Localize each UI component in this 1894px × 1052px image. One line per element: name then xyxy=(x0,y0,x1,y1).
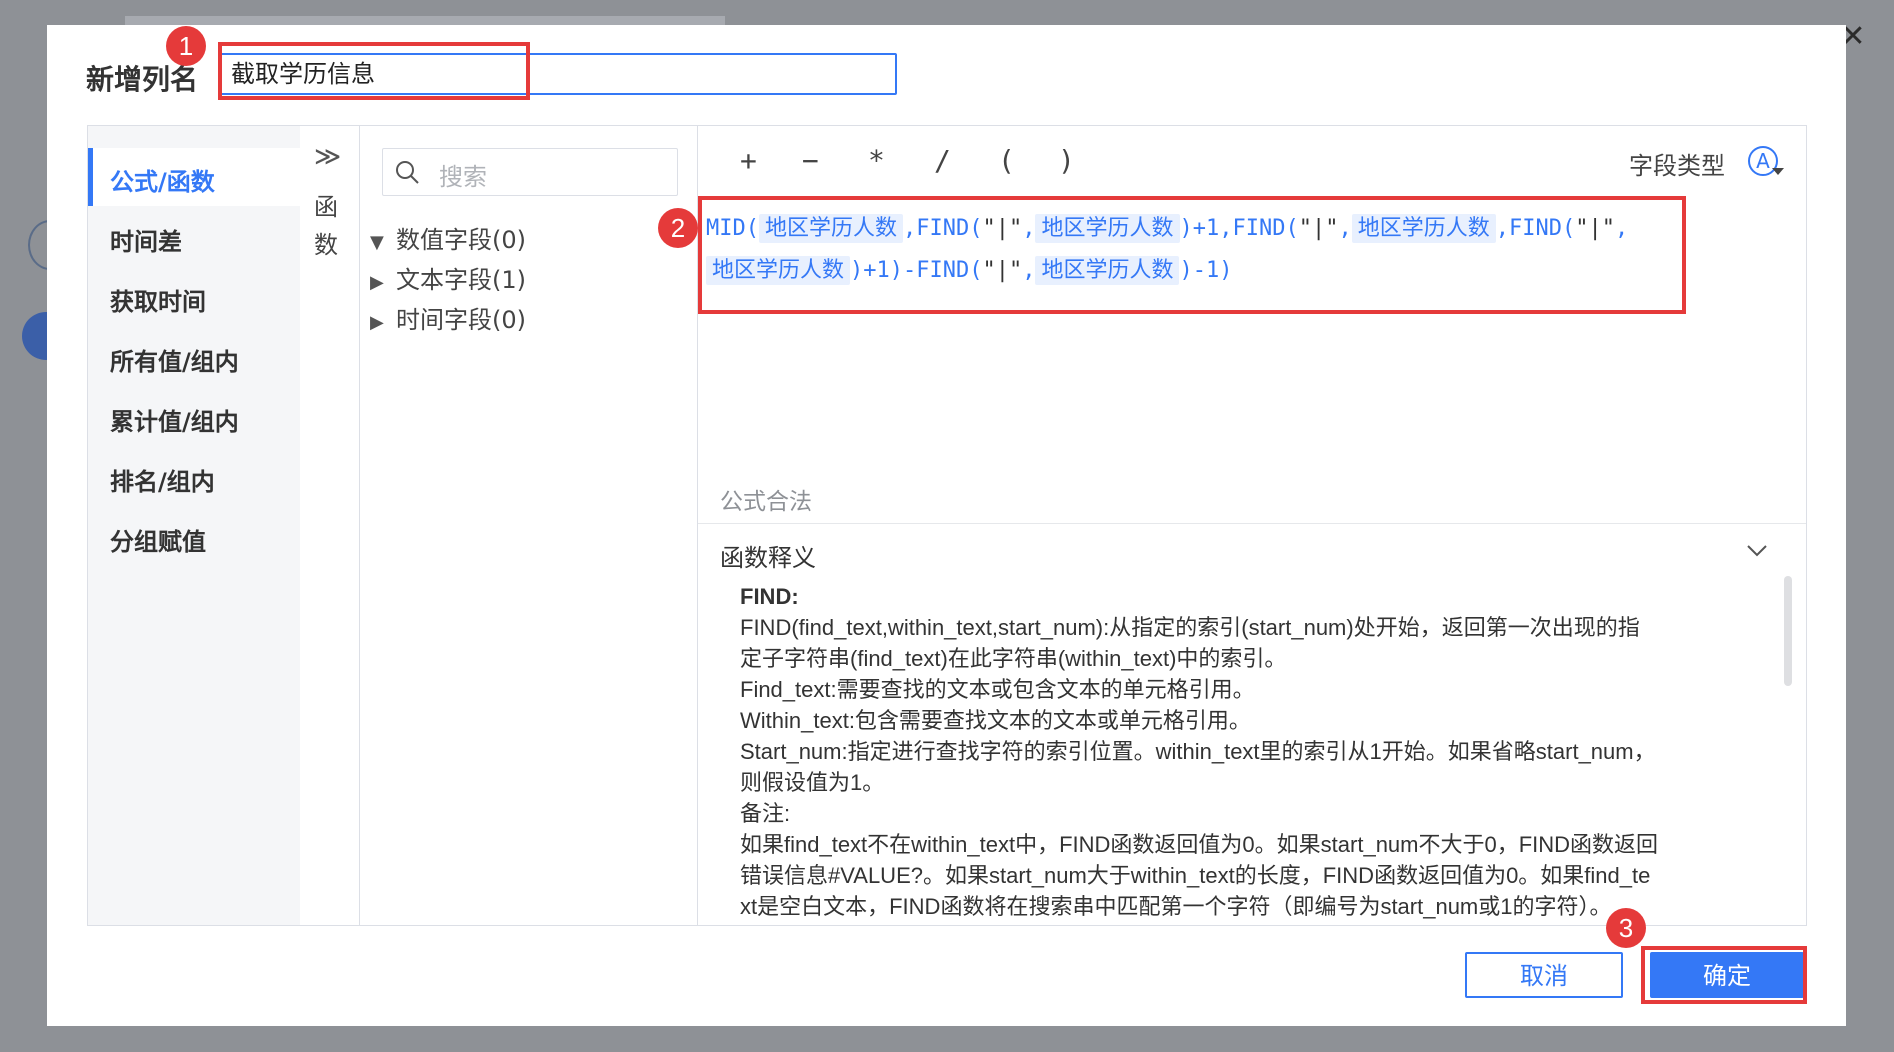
callout-box-3 xyxy=(1641,946,1807,1004)
callout-badge-1: 1 xyxy=(166,26,206,66)
open-paren-button[interactable]: ( xyxy=(998,144,1015,177)
sidebar-item-group-assign[interactable]: 分组赋值 xyxy=(110,522,206,557)
caret-down-icon[interactable] xyxy=(1772,168,1784,175)
tree-item-text-fields[interactable]: ▶ 文本字段(1) xyxy=(370,260,526,295)
explanation-line: Start_num:指定进行查找字符的索引位置。within_text里的索引从… xyxy=(740,739,1656,764)
sidebar: 公式/函数 时间差 获取时间 所有值/组内 累计值/组内 排名/组内 分组赋值 xyxy=(88,126,300,925)
search-icon xyxy=(396,161,419,184)
explanation-line: 备注: xyxy=(740,801,791,826)
formula-status: 公式合法 xyxy=(720,489,812,515)
callout-badge-3: 3 xyxy=(1606,908,1646,948)
minus-operator-button[interactable]: − xyxy=(802,144,819,177)
plus-operator-button[interactable]: + xyxy=(740,144,757,177)
sidebar-item-rank[interactable]: 排名/组内 xyxy=(110,462,215,497)
tree-item-label: 时间字段(0) xyxy=(396,306,526,334)
functions-tab-label: 函数 xyxy=(314,193,338,259)
fields-panel: 搜索 ▼ 数值字段(0) ▶ 文本字段(1) ▶ 时间字段(0) xyxy=(360,126,698,925)
explanation-line: Find_text:需要查找的文本或包含文本的单元格引用。 xyxy=(740,677,1255,702)
explanation-func-name: FIND: xyxy=(740,584,799,609)
callout-box-1 xyxy=(218,42,530,100)
background-panel xyxy=(125,16,725,25)
caret-right-icon: ▶ xyxy=(370,272,384,293)
explanation-line: 则假设值为1。 xyxy=(740,770,885,795)
tree-item-numeric-fields[interactable]: ▼ 数值字段(0) xyxy=(370,220,526,255)
multiply-operator-button[interactable]: * xyxy=(868,144,885,177)
cancel-button[interactable]: 取消 xyxy=(1465,952,1623,998)
explanation-line: 错误信息#VALUE?。如果start_num大于within_text的长度，… xyxy=(740,863,1651,888)
explanation-header[interactable]: 函数释义 xyxy=(698,523,1806,575)
sidebar-item-all-values[interactable]: 所有值/组内 xyxy=(110,342,239,377)
explanation-line: 如果find_text不在within_text中，FIND函数返回值为0。如果… xyxy=(740,832,1659,857)
sidebar-item-formula[interactable]: 公式/函数 xyxy=(110,162,215,197)
field-type-label: 字段类型 xyxy=(1629,152,1725,180)
explanation-line: FIND(find_text,within_text,start_num):从指… xyxy=(740,615,1640,640)
caret-down-icon: ▼ xyxy=(370,232,384,253)
explanation-title: 函数释义 xyxy=(720,544,816,572)
tree-item-label: 文本字段(1) xyxy=(396,266,526,294)
sidebar-item-cumulative[interactable]: 累计值/组内 xyxy=(110,402,239,437)
explanation-line: 定子字符串(find_text)在此字符串(within_text)中的索引。 xyxy=(740,646,1287,671)
sidebar-active-indicator xyxy=(88,148,93,206)
double-chevron-right-icon[interactable]: ≫ xyxy=(314,142,341,172)
functions-tab[interactable]: ≫ 函数 xyxy=(300,126,360,925)
tree-item-time-fields[interactable]: ▶ 时间字段(0) xyxy=(370,300,526,335)
close-paren-button[interactable]: ) xyxy=(1058,144,1075,177)
explanation-scrollbar[interactable] xyxy=(1784,576,1792,686)
tree-item-label: 数值字段(0) xyxy=(396,226,526,254)
sidebar-item-get-time[interactable]: 获取时间 xyxy=(110,282,206,317)
sidebar-item-time-diff[interactable]: 时间差 xyxy=(110,222,182,257)
caret-right-icon: ▶ xyxy=(370,312,384,333)
search-input[interactable]: 搜索 xyxy=(382,148,678,196)
explanation-line: Within_text:包含需要查找文本的文本或单元格引用。 xyxy=(740,708,1251,733)
callout-box-2 xyxy=(698,196,1686,314)
callout-badge-2: 2 xyxy=(658,208,698,248)
chevron-down-icon[interactable] xyxy=(1744,538,1770,564)
search-placeholder: 搜索 xyxy=(439,163,487,191)
divide-operator-button[interactable]: / xyxy=(934,144,951,177)
explanation-line: xt是空白文本，FIND函数将在搜索串中匹配第一个字符（即编号为start_nu… xyxy=(740,894,1612,919)
explanation-body: FIND: FIND(find_text,within_text,start_n… xyxy=(740,581,1750,922)
